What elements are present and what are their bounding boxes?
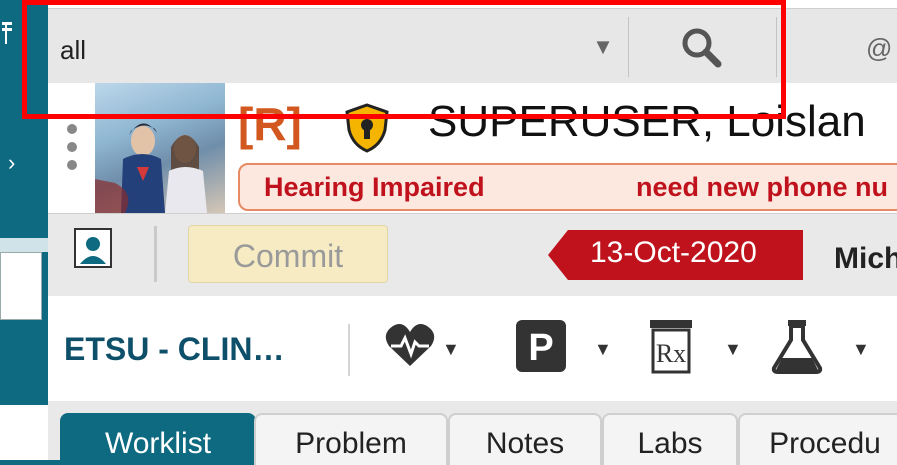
- caret-down-icon[interactable]: ▼: [852, 339, 870, 360]
- at-sign-label: @: [866, 33, 893, 63]
- patient-name[interactable]: SUPERUSER, Loislan: [428, 97, 866, 147]
- svg-text:Rx: Rx: [656, 339, 686, 368]
- search-input[interactable]: [58, 34, 582, 67]
- grip-icon: [2, 22, 12, 44]
- encounter-date[interactable]: 13-Oct-2020: [590, 236, 757, 270]
- divider: [776, 17, 777, 77]
- caret-down-icon[interactable]: ▼: [594, 339, 612, 360]
- commit-button[interactable]: Commit: [188, 225, 388, 283]
- patient-banner: [R] SUPERUSER, Loislan Hearing Impaired …: [48, 83, 897, 213]
- main-area: ▼ @: [48, 0, 897, 465]
- left-sidebar-strip: ›: [0, 0, 48, 460]
- tab-procedures[interactable]: Procedu: [738, 413, 897, 465]
- module-icon-bar: ETSU - CLIN… ▼ P ▼ Rx ▼ ▼: [48, 296, 897, 401]
- prescription-icon[interactable]: Rx: [644, 318, 698, 374]
- divider: [348, 324, 350, 376]
- lab-flask-icon[interactable]: [770, 318, 824, 374]
- alert-hearing-impaired[interactable]: Hearing Impaired: [264, 172, 485, 203]
- shield-lock-icon: [345, 103, 389, 153]
- tab-problem[interactable]: Problem: [254, 413, 448, 465]
- action-toolbar: Commit 13-Oct-2020 Mich: [48, 213, 897, 297]
- clinic-location[interactable]: ETSU - CLIN…: [64, 331, 284, 368]
- caret-down-icon[interactable]: ▼: [442, 339, 460, 360]
- chart-tabs: Worklist Problem Notes Labs Procedu: [48, 401, 897, 465]
- patient-photo-image: [95, 123, 207, 213]
- collapse-arrow-icon[interactable]: ›: [8, 150, 15, 176]
- sidebar-lower-panel: [0, 405, 48, 460]
- person-card-icon[interactable]: [74, 228, 112, 268]
- caret-down-icon[interactable]: ▼: [578, 25, 628, 69]
- tab-labs[interactable]: Labs: [602, 413, 738, 465]
- user-name: Mich: [834, 242, 897, 275]
- sidebar-separator: [0, 238, 48, 252]
- heart-monitor-icon[interactable]: [383, 318, 437, 374]
- more-options-icon[interactable]: [62, 123, 82, 173]
- divider: [154, 226, 157, 282]
- sidebar-panel: [0, 252, 42, 320]
- parking-icon[interactable]: P: [514, 318, 568, 374]
- search-button[interactable]: [629, 17, 776, 77]
- patient-alerts[interactable]: Hearing Impaired need new phone nu: [238, 163, 897, 211]
- magnifier-icon: [682, 28, 722, 68]
- patient-photo[interactable]: [95, 83, 225, 213]
- alert-phone-number[interactable]: need new phone nu: [636, 172, 888, 203]
- tab-worklist[interactable]: Worklist: [60, 413, 256, 465]
- restriction-tag: [R]: [238, 98, 302, 150]
- patient-search-bar: ▼ @: [48, 8, 897, 84]
- svg-text:P: P: [528, 327, 553, 369]
- caret-down-icon[interactable]: ▼: [724, 339, 742, 360]
- tab-notes[interactable]: Notes: [448, 413, 602, 465]
